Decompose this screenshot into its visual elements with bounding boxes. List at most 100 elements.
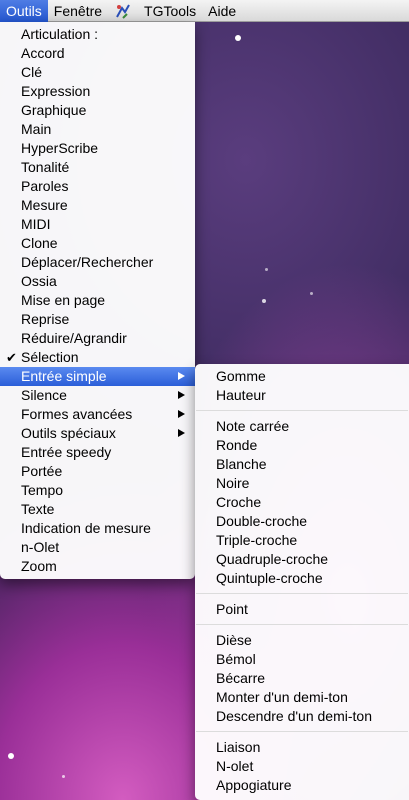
submenu-item-gomme[interactable]: Gomme bbox=[195, 367, 409, 386]
menu-item-label: Clone bbox=[21, 235, 58, 251]
star bbox=[262, 299, 266, 303]
submenu-item-blanche[interactable]: Blanche bbox=[195, 455, 409, 474]
menu-outils[interactable]: Outils bbox=[0, 0, 48, 22]
submenu-item-hauteur[interactable]: Hauteur bbox=[195, 386, 409, 405]
submenu-item-point[interactable]: Point bbox=[195, 600, 409, 619]
menu-tgtools[interactable]: TGTools bbox=[138, 0, 202, 22]
menu-item-label: Main bbox=[21, 121, 52, 137]
menu-item-label: Entrée speedy bbox=[21, 444, 112, 460]
menu-item-expression[interactable]: Expression bbox=[0, 82, 195, 101]
menu-item-label: Ossia bbox=[21, 273, 57, 289]
menu-item-label: Formes avancées bbox=[21, 406, 133, 422]
menu-item-label: Graphique bbox=[21, 102, 87, 118]
submenu-arrow-icon bbox=[178, 391, 185, 399]
menu-item-label: Zoom bbox=[21, 558, 57, 574]
menu-item-entree-simple[interactable]: Entrée simple bbox=[0, 367, 195, 386]
menu-item-reprise[interactable]: Reprise bbox=[0, 310, 195, 329]
app-icon[interactable] bbox=[112, 0, 134, 22]
menu-item-midi[interactable]: MIDI bbox=[0, 215, 195, 234]
submenu-item-monter-d-un-demi-ton[interactable]: Monter d'un demi-ton bbox=[195, 688, 409, 707]
menu-item-label: Reprise bbox=[21, 311, 70, 327]
menu-separator bbox=[195, 588, 409, 600]
menu-item-deplacer-rechercher[interactable]: Déplacer/Rechercher bbox=[0, 253, 195, 272]
menu-item-entree-speedy[interactable]: Entrée speedy bbox=[0, 443, 195, 462]
menu-item-hyperscribe[interactable]: HyperScribe bbox=[0, 139, 195, 158]
menu-item-mise-en-page[interactable]: Mise en page bbox=[0, 291, 195, 310]
menu-item-tempo[interactable]: Tempo bbox=[0, 481, 195, 500]
menu-item-label: Entrée simple bbox=[21, 368, 107, 384]
submenu-item-n-olet[interactable]: N-olet bbox=[195, 757, 409, 776]
menu-item-label: Expression bbox=[21, 83, 91, 99]
checkmark-icon: ✔ bbox=[6, 350, 17, 365]
menu-item-outils-speciaux[interactable]: Outils spéciaux bbox=[0, 424, 195, 443]
star bbox=[235, 35, 241, 41]
submenu-item-appogiature[interactable]: Appogiature bbox=[195, 776, 409, 795]
menu-item-label: Déplacer/Rechercher bbox=[21, 254, 154, 270]
submenu-item-croche[interactable]: Croche bbox=[195, 493, 409, 512]
menu-item-label: Paroles bbox=[21, 178, 69, 194]
submenu-item-quintuple-croche[interactable]: Quintuple-croche bbox=[195, 569, 409, 588]
menu-item-zoom[interactable]: Zoom bbox=[0, 557, 195, 576]
menu-item-label: Clé bbox=[21, 64, 43, 80]
submenu-arrow-icon bbox=[178, 372, 185, 380]
menu-item-label: Mesure bbox=[21, 197, 68, 213]
menu-item-label: Texte bbox=[21, 501, 55, 517]
menu-item-portee[interactable]: Portée bbox=[0, 462, 195, 481]
star bbox=[62, 775, 65, 778]
menu-item-label: Portée bbox=[21, 463, 63, 479]
submenu-item-quadruple-croche[interactable]: Quadruple-croche bbox=[195, 550, 409, 569]
star bbox=[8, 753, 14, 759]
star bbox=[310, 292, 313, 295]
menu-item-n-olet[interactable]: n-Olet bbox=[0, 538, 195, 557]
simple-entry-submenu: Gomme Hauteur Note carrée Ronde Blanche Noire… bbox=[195, 364, 409, 800]
submenu-arrow-icon bbox=[178, 429, 185, 437]
menu-item-clone[interactable]: Clone bbox=[0, 234, 195, 253]
menu-bar: Outils Fenêtre TGTools Aide bbox=[0, 0, 409, 22]
menu-item-selection[interactable]: ✔ Sélection bbox=[0, 348, 195, 367]
submenu-item-liaison[interactable]: Liaison bbox=[195, 738, 409, 757]
menu-item-label: Réduire/Agrandir bbox=[21, 330, 127, 346]
menu-item-label: Mise en page bbox=[21, 292, 106, 308]
menu-item-formes-avancees[interactable]: Formes avancées bbox=[0, 405, 195, 424]
submenu-item-ronde[interactable]: Ronde bbox=[195, 436, 409, 455]
menu-item-label: Sélection bbox=[21, 349, 79, 365]
submenu-item-bemol[interactable]: Bémol bbox=[195, 650, 409, 669]
menu-item-silence[interactable]: Silence bbox=[0, 386, 195, 405]
menu-item-main[interactable]: Main bbox=[0, 120, 195, 139]
tools-menu: Articulation : Accord Clé Expression Graphiq… bbox=[0, 22, 195, 579]
menu-item-label: Accord bbox=[21, 45, 65, 61]
menu-aide[interactable]: Aide bbox=[202, 0, 242, 22]
menu-item-accord[interactable]: Accord bbox=[0, 44, 195, 63]
menu-item-label: Tempo bbox=[21, 482, 64, 498]
menu-item-paroles[interactable]: Paroles bbox=[0, 177, 195, 196]
menu-item-label: n-Olet bbox=[21, 539, 60, 555]
menu-item-label: HyperScribe bbox=[21, 140, 99, 156]
menu-separator bbox=[195, 726, 409, 738]
menu-item-label: MIDI bbox=[21, 216, 51, 232]
menu-item-label: Articulation : bbox=[21, 26, 99, 42]
menu-fenetre[interactable]: Fenêtre bbox=[48, 0, 108, 22]
menu-item-ossia[interactable]: Ossia bbox=[0, 272, 195, 291]
submenu-item-triple-croche[interactable]: Triple-croche bbox=[195, 531, 409, 550]
submenu-item-note-carree[interactable]: Note carrée bbox=[195, 417, 409, 436]
menu-item-texte[interactable]: Texte bbox=[0, 500, 195, 519]
submenu-arrow-icon bbox=[178, 410, 185, 418]
menu-item-graphique[interactable]: Graphique bbox=[0, 101, 195, 120]
menu-item-reduire-agrandir[interactable]: Réduire/Agrandir bbox=[0, 329, 195, 348]
menu-item-label: Tonalité bbox=[21, 159, 70, 175]
menu-item-label: Outils spéciaux bbox=[21, 425, 116, 441]
menu-item-cle[interactable]: Clé bbox=[0, 63, 195, 82]
menu-separator bbox=[195, 619, 409, 631]
submenu-item-double-croche[interactable]: Double-croche bbox=[195, 512, 409, 531]
menu-item-label: Indication de mesure bbox=[21, 520, 151, 536]
menu-item-tonalite[interactable]: Tonalité bbox=[0, 158, 195, 177]
menu-item-label: Silence bbox=[21, 387, 67, 403]
menu-item-mesure[interactable]: Mesure bbox=[0, 196, 195, 215]
submenu-item-descendre-d-un-demi-ton[interactable]: Descendre d'un demi-ton bbox=[195, 707, 409, 726]
menu-item-indication-de-mesure[interactable]: Indication de mesure bbox=[0, 519, 195, 538]
star bbox=[265, 268, 268, 271]
submenu-item-becarre[interactable]: Bécarre bbox=[195, 669, 409, 688]
submenu-item-diese[interactable]: Dièse bbox=[195, 631, 409, 650]
menu-item-articulation[interactable]: Articulation : bbox=[0, 25, 195, 44]
submenu-item-noire[interactable]: Noire bbox=[195, 474, 409, 493]
